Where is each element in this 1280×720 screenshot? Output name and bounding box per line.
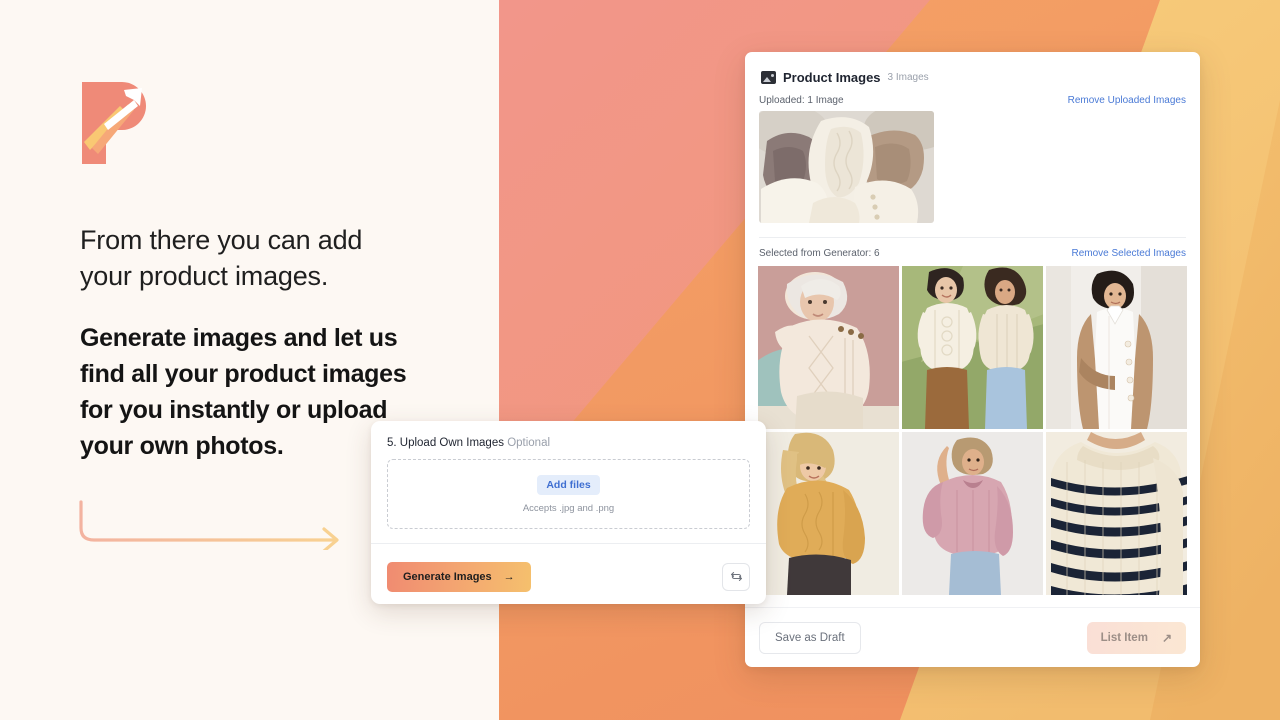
selected-label: Selected from Generator: 6: [759, 248, 880, 259]
remove-selected-images-link[interactable]: Remove Selected Images: [1071, 248, 1186, 259]
generate-images-label: Generate Images: [403, 570, 492, 583]
upload-card-body: 5. Upload Own Images Optional Add files …: [371, 421, 766, 543]
product-panel-footer: Save as Draft List Item ↗: [745, 607, 1200, 667]
upload-step-label: 5. Upload Own Images: [387, 437, 504, 449]
save-as-draft-button[interactable]: Save as Draft: [759, 621, 861, 654]
grid-thumbnail-model-mustard-sweater[interactable]: [758, 432, 899, 595]
grid-thumbnail-model-pink-sweater[interactable]: [902, 432, 1043, 595]
marketing-column: From there you can add your product imag…: [0, 0, 499, 720]
uploaded-section-row: Uploaded: 1 Image Remove Uploaded Images: [745, 85, 1200, 111]
grid-thumbnail-model-tan-cardigan-white-bg[interactable]: [1046, 266, 1187, 429]
arrow-up-right-icon: ↗: [1161, 630, 1172, 645]
upload-own-images-card: 5. Upload Own Images Optional Add files …: [371, 421, 766, 604]
list-item-button[interactable]: List Item ↗: [1086, 621, 1186, 654]
grid-thumbnail-striped-cream-navy-sweater[interactable]: [1046, 432, 1187, 595]
panel-title: Product Images: [783, 70, 881, 85]
page-headline: From there you can add your product imag…: [80, 225, 363, 291]
uploaded-label: Uploaded: 1 Image: [759, 95, 844, 106]
grid-thumbnail-two-models-cream-sweaters-green-bg[interactable]: [902, 266, 1043, 429]
page-subheadline: Generate images and let us find all your…: [80, 324, 407, 460]
uploaded-thumbnail-flat-lay[interactable]: [759, 111, 934, 223]
p-arrow-logo: [80, 80, 156, 166]
generator-image-grid: [745, 266, 1200, 595]
arrow-right-icon: →: [503, 570, 515, 583]
remove-uploaded-images-link[interactable]: Remove Uploaded Images: [1068, 95, 1186, 106]
add-files-button[interactable]: Add files: [537, 474, 600, 495]
accepted-formats-text: Accepts .jpg and .png: [522, 502, 615, 514]
image-icon: [761, 71, 776, 84]
image-count-badge: 3 Images: [887, 72, 929, 83]
upload-card-footer: Generate Images →: [371, 543, 766, 604]
generate-images-button[interactable]: Generate Images →: [387, 561, 531, 592]
refresh-button[interactable]: [722, 562, 750, 591]
refresh-icon: [730, 571, 742, 582]
uploaded-thumbnails: [745, 111, 1200, 223]
file-dropzone[interactable]: Add files Accepts .jpg and .png: [387, 459, 750, 529]
upload-optional-label: Optional: [507, 437, 551, 449]
grid-thumbnail-model-cream-cable-sweater-pink-bg[interactable]: [758, 266, 899, 429]
selected-section-row: Selected from Generator: 6 Remove Select…: [745, 238, 1200, 264]
product-images-header: Product Images 3 Images: [745, 52, 1200, 85]
list-item-label: List Item: [1100, 631, 1148, 644]
upload-step-title: 5. Upload Own Images Optional: [387, 437, 750, 449]
product-images-panel: Product Images 3 Images Uploaded: 1 Imag…: [745, 52, 1200, 667]
